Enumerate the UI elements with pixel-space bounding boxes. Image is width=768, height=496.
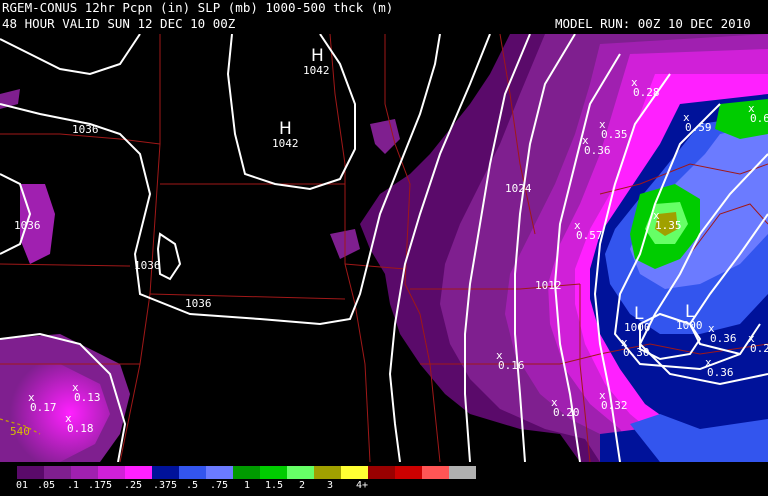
isobar-label: 1036 bbox=[72, 123, 99, 136]
legend-swatch bbox=[98, 466, 125, 479]
high-center-value: 1042 bbox=[303, 64, 330, 77]
precip-point-value: 0.13 bbox=[74, 391, 101, 404]
legend-swatch bbox=[422, 466, 449, 479]
high-center-symbol: H bbox=[279, 119, 292, 139]
legend-swatch bbox=[368, 466, 395, 479]
precip-point-value: 0.16 bbox=[498, 359, 525, 372]
isobar-label: 1036 bbox=[14, 219, 41, 232]
precip-point-value: 0.59 bbox=[685, 121, 712, 134]
high-center-value: 1042 bbox=[272, 137, 299, 150]
legend-label: 3 bbox=[326, 480, 334, 491]
legend-label: 01 bbox=[15, 480, 29, 491]
header-line-1: RGEM-CONUS 12hr Pcpn (in) SLP (mb) 1000-… bbox=[0, 0, 768, 17]
legend-swatch bbox=[314, 466, 341, 479]
isobar-label: 1012 bbox=[535, 279, 562, 292]
header-line-2: 48 HOUR VALID SUN 12 DEC 10 00Z MODEL RU… bbox=[0, 16, 768, 33]
low-center-value: 1000 bbox=[624, 321, 651, 334]
legend-label: .05 bbox=[36, 480, 56, 491]
valid-time: 48 HOUR VALID SUN 12 DEC 10 00Z bbox=[2, 16, 236, 31]
legend-swatch bbox=[395, 466, 422, 479]
legend-swatch bbox=[206, 466, 233, 479]
precip-point-value: 0.36 bbox=[710, 332, 737, 345]
legend-swatch bbox=[44, 466, 71, 479]
high-center-symbol: H bbox=[311, 46, 324, 66]
isobar-label: 1036 bbox=[185, 297, 212, 310]
isobar-label: 1036 bbox=[134, 259, 161, 272]
model-run: MODEL RUN: 00Z 10 DEC 2010 bbox=[555, 16, 751, 31]
low-center-value: 1000 bbox=[676, 319, 703, 332]
precip-point-value: 0.17 bbox=[30, 401, 57, 414]
legend-label: .25 bbox=[123, 480, 143, 491]
product-title: RGEM-CONUS 12hr Pcpn (in) SLP (mb) 1000-… bbox=[2, 0, 394, 15]
legend-swatch bbox=[71, 466, 98, 479]
weather-map: H 1042 H 1042 L 1000 L 1000 1036 1036 10… bbox=[0, 34, 768, 462]
precip-point-value: 0.32 bbox=[601, 399, 628, 412]
legend-swatch bbox=[287, 466, 314, 479]
legend-swatch bbox=[17, 466, 44, 479]
thickness-label: 540 bbox=[10, 425, 30, 438]
precip-point-value: 0.2 bbox=[750, 342, 768, 355]
legend-label: .75 bbox=[209, 480, 229, 491]
precip-point-value: 0.20 bbox=[553, 406, 580, 419]
precip-field-east bbox=[360, 34, 768, 462]
precip-legend: 01 .05 .1 .175 .25 .375 .5 .75 1 1.5 2 3 4+ bbox=[0, 462, 768, 496]
precip-point-value: 0.36 bbox=[584, 144, 611, 157]
legend-swatch bbox=[233, 466, 260, 479]
precip-point-value: 1.35 bbox=[655, 219, 682, 232]
precip-point-value: 0.35 bbox=[601, 128, 628, 141]
legend-label: .1 bbox=[66, 480, 80, 491]
precip-point-value: 0.18 bbox=[67, 422, 94, 435]
precip-point-value: 0.36 bbox=[707, 366, 734, 379]
legend-swatches bbox=[17, 466, 476, 479]
legend-label: 4+ bbox=[355, 480, 369, 491]
precip-field-west bbox=[0, 89, 130, 462]
precip-point-value: 0.28 bbox=[633, 86, 660, 99]
isobar-label: 1024 bbox=[505, 182, 532, 195]
legend-label: .175 bbox=[87, 480, 113, 491]
precip-point-value: 0.30 bbox=[623, 346, 650, 359]
legend-labels: 01 .05 .1 .175 .25 .375 .5 .75 1 1.5 2 3 4+ bbox=[0, 480, 768, 494]
legend-swatch bbox=[449, 466, 476, 479]
precip-point-value: 0.60 bbox=[750, 112, 768, 125]
legend-label: .375 bbox=[152, 480, 178, 491]
legend-swatch bbox=[341, 466, 368, 479]
legend-label: 1.5 bbox=[264, 480, 284, 491]
legend-swatch bbox=[125, 466, 152, 479]
legend-swatch bbox=[260, 466, 287, 479]
precip-point-value: 0.57 bbox=[576, 229, 603, 242]
legend-swatch bbox=[152, 466, 179, 479]
legend-swatch bbox=[179, 466, 206, 479]
legend-label: 1 bbox=[243, 480, 251, 491]
legend-label: 2 bbox=[298, 480, 306, 491]
legend-label: .5 bbox=[185, 480, 199, 491]
